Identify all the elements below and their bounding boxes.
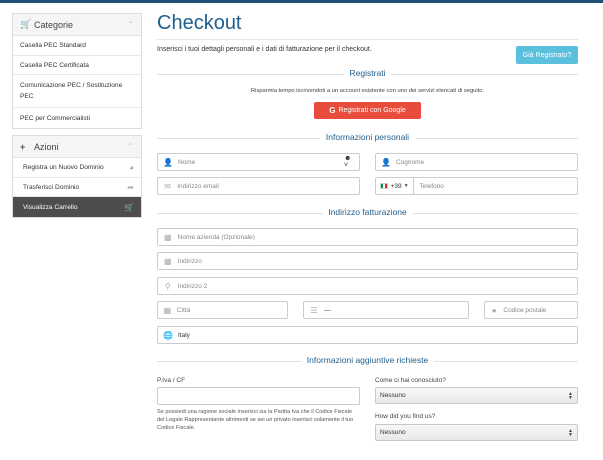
- user-icon: 👤: [381, 157, 391, 167]
- google-icon: G: [329, 106, 336, 115]
- top-accent-bar: [0, 0, 603, 3]
- title-divider: [157, 39, 578, 40]
- select-arrows-icon: ▲ ▼: [568, 390, 573, 401]
- register-section-heading: Registrati: [157, 68, 578, 80]
- action-item-register-domain[interactable]: Registra un Nuovo Dominio ◕: [13, 158, 141, 178]
- first-name-input[interactable]: [177, 158, 345, 166]
- category-item-label: Comunicazione PEC / Sostituzione PEC: [20, 82, 123, 100]
- how-known-select[interactable]: Nessuno ▲ ▼: [375, 387, 578, 404]
- map-marker-icon: ⚲: [164, 281, 171, 291]
- chevron-up-icon[interactable]: ⌃: [127, 142, 134, 151]
- envelope-icon: ✉: [164, 181, 171, 191]
- user-icon: 👤: [163, 157, 173, 167]
- how-found-select[interactable]: Nessuno ▲ ▼: [375, 424, 578, 441]
- already-registered-button[interactable]: Già Registrato?: [516, 46, 578, 64]
- google-button-label: Registrati con Google: [338, 107, 406, 114]
- action-item-transfer-domain[interactable]: Trasferisci Dominio ➦: [13, 178, 141, 197]
- last-name-input[interactable]: [395, 158, 572, 166]
- category-item-label: Casella PEC Standard: [20, 42, 86, 49]
- state-value[interactable]: —: [324, 307, 331, 314]
- how-found-label: How did you find us?: [375, 413, 436, 420]
- building-icon: ▦: [163, 305, 172, 315]
- actions-title: Azioni: [34, 141, 59, 152]
- billing-section-heading: Indirizzo fatturazione: [157, 207, 578, 219]
- country-value[interactable]: Italy: [178, 332, 190, 339]
- globe-icon: 🌐: [163, 330, 173, 340]
- cart-icon: 🛒: [20, 19, 32, 29]
- category-item-comunicazione-pec[interactable]: Comunicazione PEC / Sostituzione PEC: [13, 75, 141, 108]
- address2-field[interactable]: ⚲: [157, 277, 578, 295]
- category-item-pec-certificata[interactable]: Casella PEC Certificata: [13, 56, 141, 75]
- company-field[interactable]: ▦: [157, 228, 578, 246]
- chevron-up-icon[interactable]: ⌃: [127, 20, 134, 29]
- building-icon: ▦: [164, 232, 172, 242]
- action-item-view-cart[interactable]: Visualizza Carrello 🛒: [13, 197, 141, 217]
- address-field[interactable]: ▦: [157, 252, 578, 270]
- last-name-field[interactable]: 👤: [375, 153, 578, 171]
- autofill-contact-icon[interactable]: ☻˅: [344, 155, 354, 169]
- category-item-pec-commercialisti[interactable]: PEC per Commercialisti: [13, 108, 141, 128]
- section-heading-label: Indirizzo fatturazione: [322, 207, 413, 217]
- category-item-label: Casella PEC Certificata: [20, 61, 89, 69]
- italy-flag-icon[interactable]: [380, 183, 388, 189]
- globe-icon: ◕: [129, 163, 134, 172]
- first-name-field[interactable]: 👤 ☻˅: [157, 153, 360, 171]
- category-item-pec-standard[interactable]: Casella PEC Standard: [13, 36, 141, 56]
- actions-panel-header[interactable]: + Azioni ⌃: [13, 136, 141, 158]
- city-input[interactable]: [176, 306, 282, 314]
- categories-title: Categorie: [34, 19, 74, 30]
- phone-input[interactable]: [419, 182, 572, 190]
- additional-section-heading: Informazioni aggiuntive richieste: [157, 355, 578, 367]
- action-item-label: Visualizza Carrello: [23, 203, 78, 211]
- action-item-label: Registra un Nuovo Dominio: [23, 164, 104, 171]
- circle-icon: ●: [491, 305, 497, 315]
- how-known-value: Nessuno: [380, 392, 406, 399]
- intro-text: Inserisci i tuoi dettagli personali e i …: [157, 46, 372, 53]
- piva-input[interactable]: [163, 392, 354, 400]
- categories-panel: 🛒 Categorie ⌃ Casella PEC Standard Casel…: [12, 13, 142, 129]
- select-arrows-icon: ▲ ▼: [568, 427, 573, 438]
- email-input[interactable]: [177, 182, 354, 190]
- piva-label: P.Iva / CF: [157, 377, 186, 384]
- email-field[interactable]: ✉: [157, 177, 360, 195]
- actions-panel: + Azioni ⌃ Registra un Nuovo Dominio ◕ T…: [12, 135, 142, 218]
- building-icon: ▦: [164, 256, 172, 266]
- page-title: Checkout: [157, 12, 242, 34]
- plus-icon: +: [20, 141, 26, 152]
- postcode-input[interactable]: [503, 306, 572, 314]
- section-heading-label: Registrati: [343, 68, 392, 78]
- phone-country-code[interactable]: +39: [391, 183, 402, 190]
- postcode-field[interactable]: ●: [484, 301, 578, 319]
- categories-panel-header[interactable]: 🛒 Categorie ⌃: [13, 14, 141, 36]
- cart-icon: 🛒: [124, 202, 134, 212]
- city-field[interactable]: ▦: [157, 301, 288, 319]
- register-hint: Risparmia tempo iscrivendoti a un accoun…: [250, 88, 485, 94]
- phone-field[interactable]: +39 ▼: [375, 177, 578, 195]
- piva-note: Se possiedi una ragione sociale inserisc…: [157, 409, 354, 431]
- piva-field[interactable]: [157, 387, 360, 405]
- caret-down-icon[interactable]: ▼: [404, 183, 409, 189]
- how-found-value: Nessuno: [380, 429, 406, 436]
- country-field[interactable]: 🌐 Italy: [157, 326, 578, 344]
- state-field[interactable]: ☰ —: [303, 301, 469, 319]
- personal-section-heading: Informazioni personali: [157, 132, 578, 144]
- address-input[interactable]: [177, 257, 572, 265]
- action-item-label: Trasferisci Dominio: [23, 183, 80, 191]
- company-input[interactable]: [177, 233, 572, 241]
- section-heading-label: Informazioni personali: [319, 132, 416, 142]
- share-arrow-icon: ➦: [127, 182, 134, 192]
- section-heading-label: Informazioni aggiuntive richieste: [300, 355, 435, 365]
- phone-separator: [412, 177, 414, 195]
- category-item-label: PEC per Commercialisti: [20, 114, 90, 122]
- how-known-label: Come ci hai conosciuto?: [375, 377, 446, 384]
- google-signup-button[interactable]: G Registrati con Google: [314, 102, 421, 119]
- signpost-icon: ☰: [310, 305, 318, 315]
- address2-input[interactable]: [177, 282, 572, 290]
